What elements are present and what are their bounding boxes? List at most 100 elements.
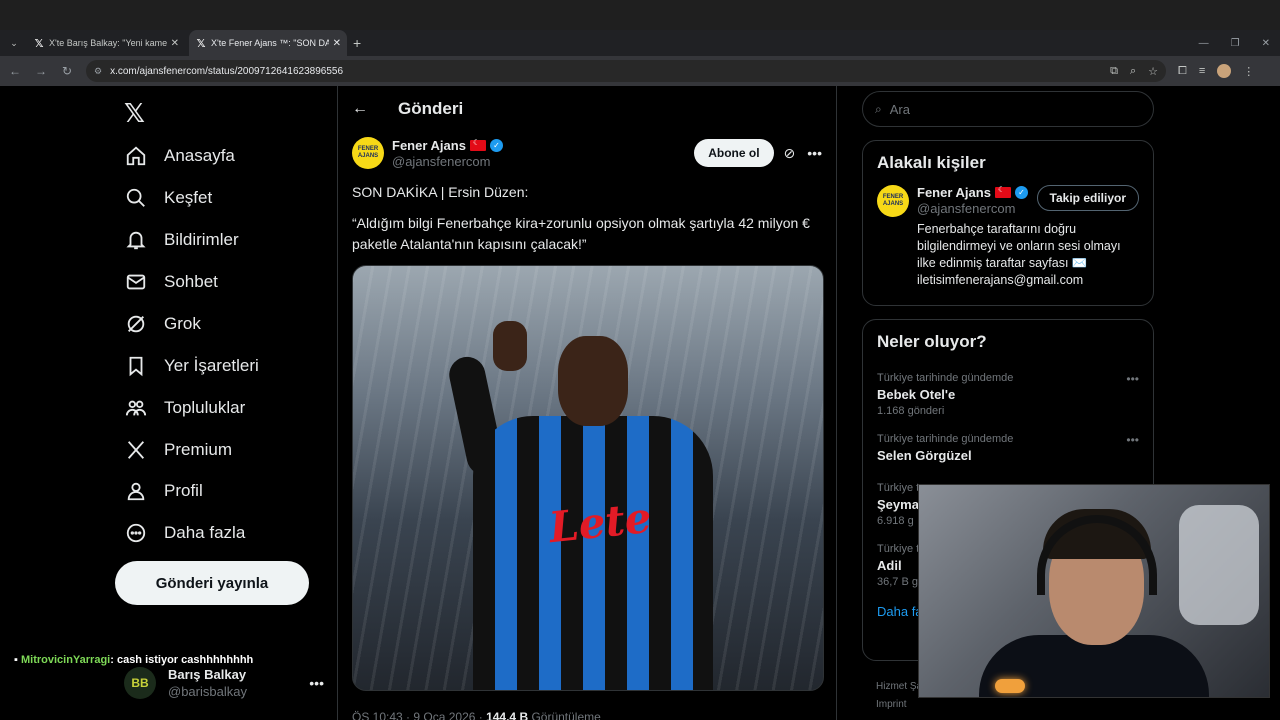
nav-grok[interactable]: Grok — [124, 304, 201, 344]
x-favicon-icon: 𝕏 — [196, 37, 206, 50]
address-bar-row: ← → ↻ ⚙ x.com/ajansfenercom/status/20097… — [0, 56, 1280, 86]
tab-close-icon[interactable]: ✕ — [333, 38, 341, 49]
extensions-icon[interactable]: ⧠ — [1178, 65, 1187, 78]
nav-label: Bildirimler — [164, 230, 239, 249]
more-horizontal-icon[interactable]: ••• — [309, 675, 324, 691]
nav-label: Anasayfa — [164, 146, 235, 165]
view-count: 144,4 B — [486, 710, 529, 720]
restore-icon[interactable]: ❐ — [1231, 38, 1240, 49]
tweet-meta: ÖS 10:43 · 9 Oca 2026 · 144,4 B Görüntül… — [352, 710, 601, 720]
tweet-text-line: SON DAKİKA | Ersin Düzen: — [352, 184, 529, 200]
nav-explore[interactable]: Keşfet — [124, 178, 212, 218]
trend-name: Selen Görgüzel — [877, 448, 972, 463]
back-icon[interactable]: ← — [4, 64, 26, 78]
tab-close-icon[interactable]: ✕ — [171, 38, 179, 49]
tweet-image[interactable]: Lete — [352, 265, 824, 691]
author-avatar[interactable]: FENER AJANS — [877, 185, 909, 217]
search-input[interactable]: ⌕ Ara — [862, 91, 1154, 127]
trend-item[interactable]: Türkiye tarihinde gündemde Selen Görgüze… — [863, 425, 1153, 474]
browser-menu-icon[interactable]: ⋮ — [1243, 65, 1254, 78]
nav-bookmarks[interactable]: Yer İşaretleri — [124, 346, 259, 386]
account-name: Barış Balkay — [168, 667, 247, 682]
new-tab-button[interactable]: + — [353, 35, 361, 51]
nav-home[interactable]: Anasayfa — [124, 136, 235, 176]
footer-link[interactable]: Imprint — [876, 696, 922, 714]
url-input[interactable]: ⚙ x.com/ajansfenercom/status/20097126416… — [86, 60, 1166, 82]
verified-badge-icon: ✓ — [1014, 186, 1028, 199]
nav-label: Grok — [164, 314, 201, 333]
nav-label: Topluluklar — [164, 398, 246, 417]
install-app-icon[interactable]: ⧉ — [1110, 65, 1118, 78]
webcam-overlay — [918, 484, 1270, 698]
forward-icon[interactable]: → — [30, 64, 52, 78]
gaming-chair — [1179, 505, 1259, 625]
nav-communities[interactable]: Topluluklar — [124, 388, 245, 428]
tweet-text: SON DAKİKA | Ersin Düzen: “Aldığım bilgi… — [352, 182, 822, 255]
post-button[interactable]: Gönderi yayınla — [115, 561, 309, 605]
nav-premium[interactable]: Premium — [124, 430, 232, 470]
player-head — [558, 336, 628, 426]
more-horizontal-icon[interactable]: ••• — [807, 145, 822, 161]
tweet-timestamp[interactable]: ÖS 10:43 · 9 Oca 2026 · — [352, 710, 486, 720]
turkish-flag-icon — [994, 185, 1011, 198]
subscribe-button[interactable]: Abone ol — [694, 139, 774, 167]
browser-tab-2[interactable]: 𝕏 X'te Fener Ajans ™: "SON DAKİ ✕ — [189, 30, 347, 56]
browser-tab-1[interactable]: 𝕏 X'te Barış Balkay: "Yeni kamera ✕ — [27, 30, 185, 56]
tweet-text-line: “Aldığım bilgi Fenerbahçe kira+zorunlu o… — [352, 215, 810, 252]
tab-strip: ⌄ 𝕏 X'te Barış Balkay: "Yeni kamera ✕ 𝕏 … — [0, 30, 1280, 56]
account-handle: @barisbalkay — [168, 684, 247, 699]
player-jersey — [473, 416, 713, 690]
nav-messages[interactable]: Sohbet — [124, 262, 218, 302]
close-window-icon[interactable]: ✕ — [1262, 38, 1270, 49]
trend-item[interactable]: Türkiye tarihinde gündemde Bebek Otel'e … — [863, 364, 1153, 425]
zoom-icon[interactable]: ⌕ — [1130, 65, 1136, 78]
view-label: Görüntüleme — [528, 710, 601, 720]
author-name-row[interactable]: Fener Ajans ✓ — [392, 138, 503, 153]
profile-avatar[interactable] — [1217, 64, 1232, 78]
panel-title: Alakalı kişiler — [877, 153, 986, 172]
footer-link[interactable]: Hizmet Şa — [876, 678, 922, 696]
search-placeholder: Ara — [889, 101, 910, 117]
nav-more[interactable]: Daha fazla — [124, 513, 245, 553]
following-button[interactable]: Takip ediliyor — [1036, 185, 1139, 211]
x-logo-icon[interactable]: 𝕏 — [124, 98, 145, 129]
author-avatar[interactable]: FENER AJANS — [352, 137, 384, 169]
reload-icon[interactable]: ↻ — [56, 64, 78, 78]
communities-icon — [124, 396, 148, 420]
chat-text: : cash istiyor cashhhhhhhh — [110, 654, 254, 666]
desk-lamp — [995, 679, 1025, 693]
chat-bullet-icon: ▪ — [14, 654, 21, 666]
nav-label: Keşfet — [164, 188, 213, 207]
minimize-icon[interactable]: — — [1199, 38, 1209, 49]
nav-notifications[interactable]: Bildirimler — [124, 220, 239, 260]
home-icon — [124, 144, 148, 168]
left-sidebar: 𝕏 Anasayfa Keşfet Bildirimler Sohbet Gro… — [112, 86, 336, 720]
site-info-icon[interactable]: ⚙ — [94, 66, 102, 77]
panel-title: Neler oluyor? — [877, 332, 987, 351]
avatar: BB — [124, 667, 156, 699]
related-person[interactable]: FENER AJANS Fener Ajans ✓ @ajansfenercom… — [863, 185, 1153, 217]
related-bio: Fenerbahçe taraftarını doğru bilgilendir… — [917, 222, 1121, 287]
person-icon — [124, 479, 148, 503]
nav-label: Profil — [164, 481, 203, 500]
x-premium-icon — [124, 438, 148, 462]
nav-profile[interactable]: Profil — [124, 471, 203, 511]
grok-icon[interactable]: ⊘ — [784, 145, 796, 162]
chat-username: MitrovicinYarragi — [20, 654, 111, 666]
trend-name: Bebek Otel'e — [877, 387, 956, 402]
related-handle: @ajansfenercom — [917, 201, 1016, 216]
back-arrow-icon[interactable]: ← — [352, 100, 382, 118]
turkish-flag-icon — [469, 138, 486, 151]
more-horizontal-icon[interactable]: ••• — [1126, 372, 1139, 386]
trend-context: Türkiye tarihinde gündemde — [877, 372, 1014, 384]
author-handle[interactable]: @ajansfenercom — [392, 154, 503, 169]
author-name-row: Fener Ajans ✓ — [917, 185, 1028, 200]
bookmark-star-icon[interactable]: ☆ — [1148, 65, 1158, 78]
tab-title: X'te Barış Balkay: "Yeni kamera — [49, 38, 167, 48]
trend-context: Türkiye tarihinde gündemde — [877, 433, 1014, 445]
more-horizontal-icon[interactable]: ••• — [1126, 433, 1139, 447]
related-name: Fener Ajans — [917, 185, 991, 200]
nav-label: Daha fazla — [164, 523, 246, 542]
tab-search-button[interactable]: ⌄ — [5, 34, 23, 52]
media-control-icon[interactable]: ≡ — [1199, 65, 1205, 77]
